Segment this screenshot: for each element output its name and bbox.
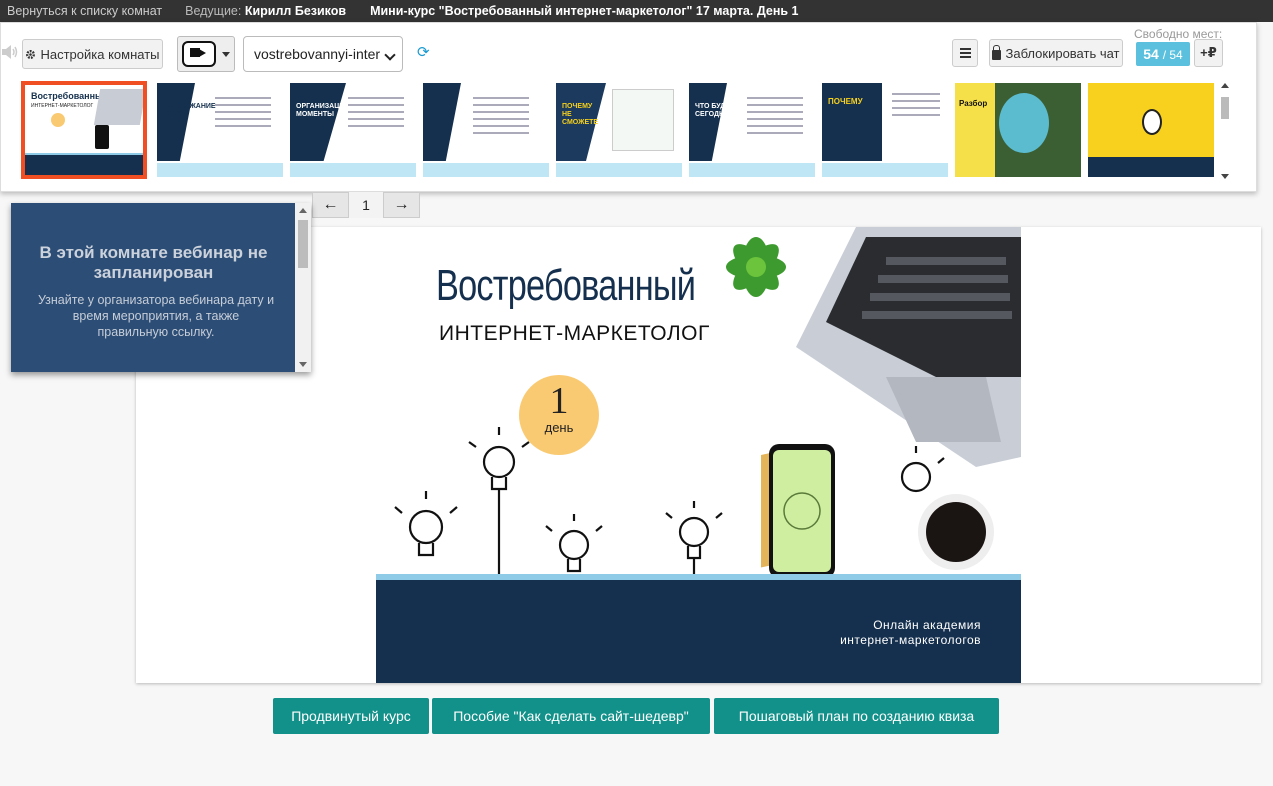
room-select-value: vostrebovannyi-inter <box>254 46 381 62</box>
slide-thumbnails: Востребованный ИНТЕРНЕТ-МАРКЕТОЛОГ СОДЕР… <box>21 81 1217 179</box>
thumb-title: ПОЧЕМУ НЕ СМОЖЕТЕ <box>562 103 599 126</box>
slide-thumb-1[interactable]: Востребованный ИНТЕРНЕТ-МАРКЕТОЛОГ <box>21 81 147 179</box>
phone-image <box>761 444 835 578</box>
menu-icon-line <box>959 48 971 50</box>
scroll-down-icon[interactable] <box>299 362 307 367</box>
lock-chat-button[interactable]: Заблокировать чат <box>989 39 1123 67</box>
footer-line-1: Онлайн академия <box>873 618 981 632</box>
prev-slide-button[interactable]: ← <box>312 192 349 218</box>
host-name: Кирилл Безиков <box>244 4 347 18</box>
menu-button[interactable] <box>952 39 978 67</box>
advanced-course-button[interactable]: Продвинутый курс <box>273 698 429 734</box>
room-select[interactable]: vostrebovannyi-inter <box>243 36 403 72</box>
host-label: Ведущие: <box>185 4 242 18</box>
arrow-right-icon: → <box>393 196 410 213</box>
seats-total: / 54 <box>1162 48 1183 62</box>
caret-down-icon <box>222 51 230 57</box>
room-settings-label: Настройка комнаты <box>40 46 160 62</box>
slide-thumb-8[interactable]: Разбор <box>955 83 1081 177</box>
scroll-down-icon[interactable] <box>1221 174 1229 179</box>
arrow-left-icon: ← <box>322 196 339 213</box>
notice-text: Узнайте у организатора вебинара дату и в… <box>37 293 275 339</box>
no-webinar-notice: В этой комнате вебинар не запланирован У… <box>11 203 311 372</box>
refresh-icon[interactable]: ⟳ <box>417 45 433 61</box>
slide-subtitle: ИНТЕРНЕТ-МАРКЕТОЛОГ <box>439 322 710 345</box>
gear-icon <box>26 49 36 59</box>
slide-thumb-3[interactable]: ОРГАНИЗАЦИОННЫЕ МОМЕНТЫ <box>290 83 416 177</box>
quiz-plan-button[interactable]: Пошаговый план по созданию квиза <box>714 698 999 734</box>
room-settings-button[interactable]: Настройка комнаты <box>22 39 163 69</box>
slide-footer-text: Онлайн академия интернет-маркетологов <box>781 618 981 648</box>
host-info: Ведущие: Кирилл Безиков <box>185 4 346 18</box>
slide-thumb-7[interactable]: ПОЧЕМУ <box>822 83 948 177</box>
current-slide: Востребованный ИНТЕРНЕТ-МАРКЕТОЛОГ 1 ден… <box>376 227 1021 683</box>
slide-thumb-5[interactable]: ПОЧЕМУ НЕ СМОЖЕТЕ <box>556 83 682 177</box>
thumb-title: СОДЕРЖАНИЕ КУРСА <box>165 103 216 118</box>
thumb-title: Разбор <box>959 99 988 108</box>
thumb-title: ПОЧЕМУ <box>828 97 863 106</box>
slide-thumb-9[interactable] <box>1088 83 1214 177</box>
slide-thumb-6[interactable]: ЧТО БУДЕТ СЕГОДНЯ <box>689 83 815 177</box>
scroll-up-icon[interactable] <box>1221 83 1229 88</box>
camera-icon <box>182 41 216 67</box>
chevron-down-icon <box>384 49 396 61</box>
current-slide-number: 1 <box>349 192 383 218</box>
top-bar: Вернуться к списку комнат Ведущие: Кирил… <box>0 0 1273 22</box>
footer-line-2: интернет-маркетологов <box>840 633 981 647</box>
thumb-title: ОРГАНИЗАЦИОННЫЕ МОМЕНТЫ <box>296 103 372 118</box>
add-paid-seats-button[interactable]: +₽ <box>1194 39 1223 67</box>
control-panel: Настройка комнаты vostrebovannyi-inter ⟳… <box>0 22 1257 192</box>
scroll-up-icon[interactable] <box>299 208 307 213</box>
notice-scrollbar[interactable] <box>295 203 311 372</box>
lock-icon <box>992 44 1002 60</box>
thumb-subtitle: ИНТЕРНЕТ-МАРКЕТОЛОГ <box>31 103 94 109</box>
seats-free: 54 <box>1143 46 1159 62</box>
day-number: 1 <box>549 380 569 422</box>
event-title: Мини-курс "Востребованный интернет-марке… <box>370 4 799 18</box>
thumbnails-scrollbar[interactable] <box>1218 81 1232 179</box>
slide-footer: Онлайн академия интернет-маркетологов <box>376 580 1021 683</box>
coffee-cup-image <box>918 494 994 570</box>
back-to-rooms-link[interactable]: Вернуться к списку комнат <box>0 4 169 18</box>
slide-thumb-2[interactable]: СОДЕРЖАНИЕ КУРСА <box>157 83 283 177</box>
thumb-title: ЧТО БУДЕТ СЕГОДНЯ <box>695 103 735 118</box>
camera-dropdown-button[interactable] <box>177 36 235 72</box>
thumb-title: Востребованный <box>31 91 109 101</box>
thumb-laptop <box>93 89 143 125</box>
website-guide-button[interactable]: Пособие "Как сделать сайт-шедевр" <box>432 698 710 734</box>
slide-thumb-4[interactable] <box>423 83 549 177</box>
lock-chat-label: Заблокировать чат <box>1005 45 1120 61</box>
slide-title: Востребованный <box>436 261 696 310</box>
slide-pager: ← 1 → <box>312 192 420 218</box>
free-seats-badge: 54 / 54 <box>1136 42 1190 66</box>
notice-title: В этой комнате вебинар не запланирован <box>39 243 268 282</box>
volume-icon[interactable] <box>1 43 19 61</box>
next-slide-button[interactable]: → <box>383 192 420 218</box>
